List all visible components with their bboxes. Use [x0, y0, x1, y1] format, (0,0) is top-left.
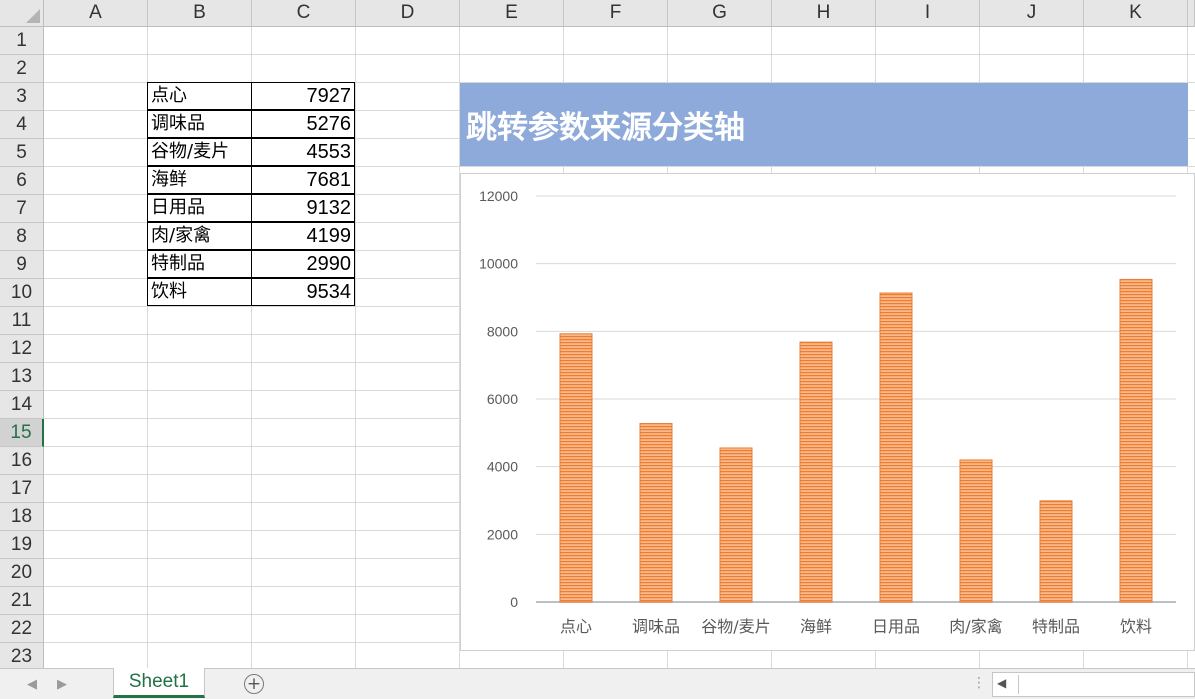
column-header-e[interactable]: E [460, 0, 564, 27]
chart-gridlines [536, 195, 1176, 603]
column-header-f[interactable]: F [564, 0, 668, 27]
bar-6[interactable] [1039, 500, 1073, 603]
chart-title: 跳转参数来源分类轴 [466, 110, 745, 146]
row-header-6[interactable]: 6 [0, 167, 44, 195]
row-header-3[interactable]: 3 [0, 83, 44, 111]
chart-title-cell[interactable]: 跳转参数来源分类轴 [460, 83, 1188, 166]
bar-1[interactable] [639, 422, 673, 603]
row-header-13[interactable]: 13 [0, 363, 44, 391]
y-tick-label: 10000 [479, 256, 518, 272]
prev-sheet-icon[interactable]: ◀ [27, 677, 37, 692]
column-header-j[interactable]: J [980, 0, 1084, 27]
x-tick-label: 日用品 [872, 617, 920, 636]
row-header-11[interactable]: 11 [0, 307, 44, 335]
table-value-cell[interactable]: 5276 [251, 110, 355, 138]
x-tick-label: 饮料 [1120, 617, 1152, 636]
plus-icon: + [246, 674, 262, 694]
y-axis-tick-labels: 0 2000 4000 6000 8000 10000 12000 [479, 188, 518, 610]
bar-chart: 0 2000 4000 6000 8000 10000 12000 点心 调味品 谷物/麦片 海鲜… [479, 188, 1176, 636]
row-gridline [44, 54, 1195, 55]
y-tick-label: 2000 [487, 526, 518, 542]
table-category-cell[interactable]: 调味品 [147, 110, 252, 138]
row-header-17[interactable]: 17 [0, 475, 44, 503]
tab-splitter-icon[interactable]: ⋮ [972, 675, 986, 691]
chart-bars [559, 278, 1153, 603]
row-header-20[interactable]: 20 [0, 559, 44, 587]
y-tick-label: 0 [510, 594, 518, 610]
select-all-triangle-icon [26, 9, 40, 23]
y-tick-label: 12000 [479, 188, 518, 204]
table-value-cell[interactable]: 9132 [251, 194, 355, 222]
row-header-16[interactable]: 16 [0, 447, 44, 475]
table-category-cell[interactable]: 海鲜 [147, 166, 252, 194]
y-tick-label: 8000 [487, 323, 518, 339]
chart-area[interactable]: 0 2000 4000 6000 8000 10000 12000 点心 调味品 谷物/麦片 海鲜… [460, 173, 1195, 651]
x-tick-label: 调味品 [632, 617, 680, 636]
y-tick-label: 6000 [487, 391, 518, 407]
row-header-19[interactable]: 19 [0, 531, 44, 559]
table-category-cell[interactable]: 谷物/麦片 [147, 138, 252, 166]
next-sheet-icon[interactable]: ▶ [57, 677, 67, 692]
bar-3[interactable] [799, 341, 833, 603]
table-value-cell[interactable]: 7927 [251, 82, 355, 110]
table-value-cell[interactable]: 7681 [251, 166, 355, 194]
row-header-15[interactable]: 15 [0, 419, 44, 447]
add-sheet-button[interactable]: + [244, 674, 264, 694]
bar-0[interactable] [559, 333, 593, 603]
column-header-k[interactable]: K [1084, 0, 1188, 27]
column-header-b[interactable]: B [148, 0, 252, 27]
table-value-cell[interactable]: 4199 [251, 222, 355, 250]
spreadsheet-grid[interactable]: ABCDEFGHIJK 1 2 3 4 5 6 7 8 9 10 11 12 13 14 15 16 17 18 1… [0, 0, 1195, 668]
column-gridline [355, 27, 356, 668]
bar-4[interactable] [879, 292, 913, 603]
table-value-cell[interactable]: 2990 [251, 250, 355, 278]
x-tick-label: 特制品 [1032, 617, 1080, 636]
x-tick-label: 点心 [560, 617, 592, 636]
column-header-g[interactable]: G [668, 0, 772, 27]
sheet-tab-bar: ◀ ▶ Sheet1 + ⋮ ◀ [0, 668, 1195, 699]
row-header-23[interactable]: 23 [0, 643, 44, 668]
column-header-partial[interactable] [1188, 0, 1195, 27]
row-header-1[interactable]: 1 [0, 27, 44, 55]
x-tick-label: 肉/家禽 [949, 617, 1002, 636]
table-category-cell[interactable]: 肉/家禽 [147, 222, 252, 250]
horizontal-scrollbar[interactable]: ◀ [992, 672, 1195, 697]
select-all-corner[interactable] [0, 0, 44, 27]
row-header-2[interactable]: 2 [0, 55, 44, 83]
row-header-12[interactable]: 12 [0, 335, 44, 363]
sheet-tab-label: Sheet1 [128, 670, 190, 692]
x-tick-label: 海鲜 [800, 617, 832, 636]
table-value-cell[interactable]: 9534 [251, 278, 355, 306]
scroll-left-icon[interactable]: ◀ [997, 676, 1006, 690]
column-header-d[interactable]: D [356, 0, 460, 27]
row-header-5[interactable]: 5 [0, 139, 44, 167]
bar-7[interactable] [1119, 278, 1153, 603]
column-header-c[interactable]: C [252, 0, 356, 27]
bar-2[interactable] [719, 447, 753, 603]
row-header-18[interactable]: 18 [0, 503, 44, 531]
row-header-8[interactable]: 8 [0, 223, 44, 251]
row-header-14[interactable]: 14 [0, 391, 44, 419]
row-header-4[interactable]: 4 [0, 111, 44, 139]
column-header-a[interactable]: A [44, 0, 148, 27]
x-tick-label: 谷物/麦片 [701, 617, 770, 636]
row-header-22[interactable]: 22 [0, 615, 44, 643]
sheet-tab-sheet1[interactable]: Sheet1 [113, 668, 205, 698]
x-axis-tick-labels: 点心 调味品 谷物/麦片 海鲜 日用品 肉/家禽 特制品 饮料 [560, 617, 1152, 636]
column-header-i[interactable]: I [876, 0, 980, 27]
table-category-cell[interactable]: 日用品 [147, 194, 252, 222]
scrollbar-thumb[interactable] [1018, 675, 1194, 694]
row-header-7[interactable]: 7 [0, 195, 44, 223]
bar-5[interactable] [959, 459, 993, 603]
y-tick-label: 4000 [487, 459, 518, 475]
table-value-cell[interactable]: 4553 [251, 138, 355, 166]
row-header-21[interactable]: 21 [0, 587, 44, 615]
row-header-10[interactable]: 10 [0, 279, 44, 307]
column-header-h[interactable]: H [772, 0, 876, 27]
table-category-cell[interactable]: 特制品 [147, 250, 252, 278]
table-category-cell[interactable]: 点心 [147, 82, 252, 110]
row-header-9[interactable]: 9 [0, 251, 44, 279]
table-category-cell[interactable]: 饮料 [147, 278, 252, 306]
